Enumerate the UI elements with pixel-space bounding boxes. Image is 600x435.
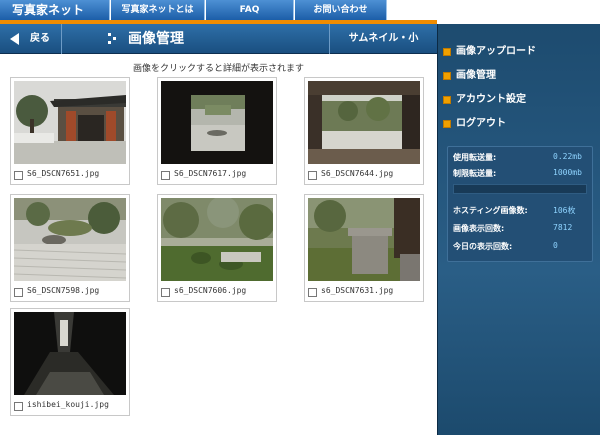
sidebar-item-logout[interactable]: ログアウト [438,113,600,135]
image-thumbnail[interactable] [14,81,126,164]
image-card[interactable]: s6_DSCN7606.jpg [157,194,277,302]
bullet-icon [443,48,451,56]
image-filename: S6_DSCN7617.jpg [174,169,247,178]
image-filename: s6_DSCN7631.jpg [321,286,394,295]
back-arrow-icon [10,33,19,45]
sidebar: 画像アップロード 画像管理 アカウント設定 ログアウト 使用転送量: 0.22m… [437,24,600,435]
sidebar-item-label: ログアウト [456,118,506,129]
back-button-label: 戻る [30,33,50,44]
sidebar-item-label: アカウント設定 [456,94,526,105]
stat-transfer-limit: 制限転送量: 1000mb [453,168,582,178]
sidebar-item-label: 画像管理 [456,70,496,81]
usage-progress-bar [453,184,587,194]
back-button[interactable]: 戻る [0,24,62,54]
image-thumbnail[interactable] [161,81,273,164]
stat-today-views: 今日の表示回数: 0 [453,241,558,251]
page-title-text: 画像管理 [128,31,184,47]
image-filename: S6_DSCN7651.jpg [27,169,100,178]
select-checkbox[interactable] [308,288,317,297]
image-card[interactable]: s6_DSCN7631.jpg [304,194,424,302]
instruction-text: 画像をクリックすると詳細が表示されます [132,64,304,74]
nav-about[interactable]: 写真家ネットとは [111,0,205,20]
image-card[interactable]: S6_DSCN7644.jpg [304,77,424,185]
image-filename: ishibei_kouji.jpg [27,400,109,409]
bullet-icon [443,96,451,104]
image-filename: S6_DSCN7644.jpg [321,169,394,178]
image-card[interactable]: ishibei_kouji.jpg [10,308,130,416]
top-navigation: 写真家ネット 写真家ネットとは FAQ お問い合わせ [0,0,600,20]
sidebar-item-upload[interactable]: 画像アップロード [438,41,600,63]
sidebar-item-label: 画像アップロード [456,46,536,57]
title-dots-icon [108,33,120,45]
site-logo[interactable]: 写真家ネット [0,0,110,20]
image-thumbnail[interactable] [14,198,126,281]
image-filename: s6_DSCN7606.jpg [174,286,247,295]
sidebar-item-image-management[interactable]: 画像管理 [438,65,600,87]
image-thumbnail[interactable] [308,198,420,281]
select-checkbox[interactable] [14,402,23,411]
image-filename: S6_DSCN7598.jpg [27,286,100,295]
image-thumbnail[interactable] [14,312,126,395]
image-card[interactable]: S6_DSCN7598.jpg [10,194,130,302]
image-gallery: 画像をクリックすると詳細が表示されます S6_DSCN7651.jpg S6_D… [0,55,437,435]
image-card[interactable]: S6_DSCN7651.jpg [10,77,130,185]
select-checkbox[interactable] [308,171,317,180]
stat-used-transfer: 使用転送量: 0.22mb [453,152,582,162]
select-checkbox[interactable] [161,171,170,180]
bullet-icon [443,120,451,128]
bullet-icon [443,72,451,80]
select-checkbox[interactable] [14,171,23,180]
image-card[interactable]: S6_DSCN7617.jpg [157,77,277,185]
image-thumbnail[interactable] [161,198,273,281]
sidebar-item-account[interactable]: アカウント設定 [438,89,600,111]
thumbnail-size-toggle[interactable]: サムネイル・小 [329,24,437,54]
usage-stats-panel: 使用転送量: 0.22mb 制限転送量: 1000mb ホスティング画像数: 1… [447,146,593,262]
select-checkbox[interactable] [161,288,170,297]
nav-contact[interactable]: お問い合わせ [295,0,387,20]
stat-image-views: 画像表示回数: 7812 [453,223,573,233]
stat-hosted-images: ホスティング画像数: 106枚 [453,206,576,215]
main-header: 戻る 画像管理 サムネイル・小 [0,24,437,54]
nav-faq[interactable]: FAQ [206,0,294,20]
page-title: 画像管理 [108,24,184,54]
image-thumbnail[interactable] [308,81,420,164]
select-checkbox[interactable] [14,288,23,297]
